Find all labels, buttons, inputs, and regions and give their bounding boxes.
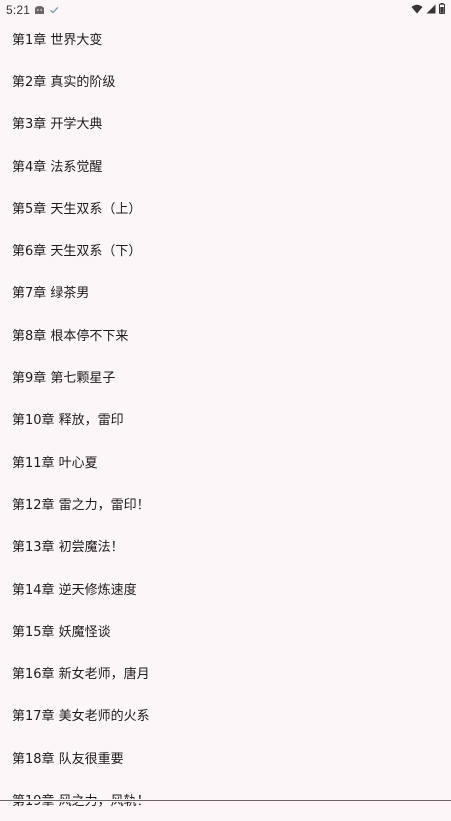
chapter-item[interactable]: 第14章 逆天修炼速度 [0, 567, 451, 609]
chapter-title: 第6章 天生双系（下） [12, 244, 142, 260]
chapter-title: 第9章 第七颗星子 [12, 371, 116, 387]
chapter-item[interactable]: 第18章 队友很重要 [0, 736, 451, 778]
chapter-title: 第16章 新女老师，唐月 [12, 667, 150, 683]
chapter-item[interactable]: 第9章 第七颗星子 [0, 355, 451, 397]
chapter-list: 第1章 世界大变 第2章 真实的阶级 第3章 开学大典 第4章 法系觉醒第5章 天生双… [0, 17, 451, 821]
chapter-item[interactable]: 第13章 初尝魔法！ [0, 525, 451, 567]
chapter-item[interactable]: 第12章 雷之力，雷印！ [0, 482, 451, 524]
chapter-title: 第2章 真实的阶级 [12, 74, 116, 90]
chapter-item[interactable]: 第16章 新女老师，唐月 [0, 651, 451, 693]
chapter-title: 第10章 释放，雷印 [12, 413, 124, 429]
chapter-title: 第11章 叶心夏 [12, 455, 98, 471]
chapter-title: 第3章 开学大典 [12, 117, 103, 133]
android-notification-icon [34, 5, 45, 15]
chapter-item[interactable]: 第7章 绿茶男 [0, 271, 451, 313]
chapter-item[interactable]: 第1章 世界大变 [0, 17, 451, 59]
chapter-item[interactable]: 第11章 叶心夏 [0, 440, 451, 482]
chapter-item[interactable]: 第8章 根本停不下来 [0, 313, 451, 355]
battery-icon [439, 3, 445, 14]
chapter-title: 第18章 队友很重要 [12, 751, 124, 767]
status-left: 5:21 [0, 3, 59, 17]
chapter-title: 第15章 妖魔怪谈 [12, 624, 111, 640]
status-time: 5:21 [6, 3, 31, 17]
chapter-title: 第7章 绿茶男 [12, 286, 90, 302]
chapter-title: 第17章 美女老师的火系 [12, 709, 150, 725]
chapter-title: 第8章 根本停不下来 [12, 328, 129, 344]
chapter-item[interactable]: 第6章 天生双系（下） [0, 228, 451, 270]
chapter-item[interactable]: 第15章 妖魔怪谈 [0, 609, 451, 651]
chapter-item[interactable]: 第4章 法系觉醒 [0, 144, 451, 186]
status-right [411, 3, 445, 14]
chapter-title: 第4章 法系觉醒 [12, 159, 103, 175]
chapter-item[interactable]: 第5章 天生双系（上） [0, 186, 451, 228]
check-icon [49, 5, 59, 15]
chapter-item[interactable]: 第3章 开学大典 [0, 102, 451, 144]
chapter-title: 第1章 世界大变 [12, 32, 103, 48]
chapter-item[interactable]: 第2章 真实的阶级 [0, 59, 451, 101]
signal-icon [426, 4, 436, 14]
navigation-handle[interactable] [0, 800, 451, 801]
wifi-icon [411, 4, 423, 14]
chapter-title: 第12章 雷之力，雷印！ [12, 497, 150, 513]
chapter-title: 第13章 初尝魔法！ [12, 540, 124, 556]
chapter-item[interactable]: 第10章 释放，雷印 [0, 398, 451, 440]
chapter-title: 第5章 天生双系（上） [12, 201, 142, 217]
chapter-title: 第14章 逆天修炼速度 [12, 582, 137, 598]
chapter-item[interactable]: 第17章 美女老师的火系 [0, 694, 451, 736]
